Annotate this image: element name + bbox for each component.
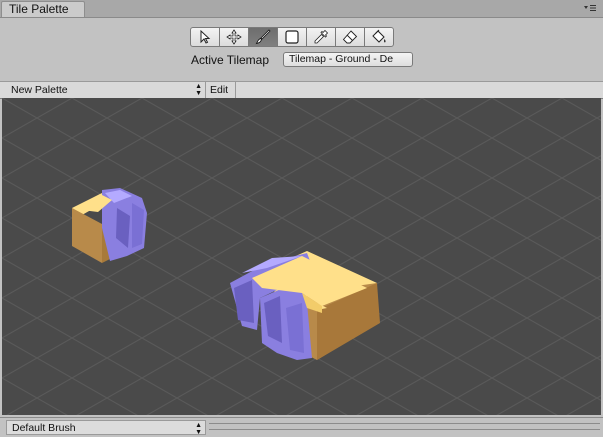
tab-tile-palette[interactable]: Tile Palette (1, 1, 85, 17)
fill-tool-button[interactable] (364, 27, 394, 47)
tab-bar: Tile Palette (0, 0, 603, 18)
picker-tool-button[interactable] (306, 27, 336, 47)
active-tilemap-dropdown[interactable]: Tilemap - Ground - De (283, 52, 413, 67)
dropdown-arrows-icon: ▲ ▼ (195, 83, 202, 97)
brush-icon (255, 29, 271, 45)
box-fill-tool-button[interactable] (277, 27, 307, 47)
palette-name: New Palette (11, 84, 68, 96)
active-tilemap-label: Active Tilemap (191, 53, 270, 67)
dropdown-arrows-icon: ▲ ▼ (195, 422, 202, 436)
bottom-bar: Default Brush ▲ ▼ (0, 417, 603, 437)
eyedropper-icon (314, 29, 329, 44)
paint-tool-button[interactable] (248, 27, 278, 47)
brush-dropdown[interactable]: Default Brush ▲ ▼ (6, 420, 206, 436)
active-tilemap-value: Tilemap - Ground - De (289, 53, 394, 65)
edit-palette-button[interactable]: Edit (206, 82, 236, 98)
panel-splitter[interactable] (209, 423, 600, 430)
palette-viewport[interactable] (2, 98, 601, 415)
tool-strip (190, 27, 394, 47)
select-tool-button[interactable] (190, 27, 220, 47)
move-tool-button[interactable] (219, 27, 249, 47)
palette-dropdown[interactable]: New Palette ▲ ▼ (6, 82, 206, 98)
palette-bar: New Palette ▲ ▼ Edit (0, 81, 603, 99)
bucket-icon (372, 29, 386, 43)
move-icon (226, 29, 242, 45)
brush-name: Default Brush (12, 422, 76, 434)
box-icon (285, 30, 299, 44)
window-menu-icon[interactable] (583, 3, 597, 13)
isometric-grid (2, 98, 601, 415)
arrow-icon (200, 29, 211, 44)
erase-tool-button[interactable] (335, 27, 365, 47)
eraser-icon (342, 30, 358, 44)
